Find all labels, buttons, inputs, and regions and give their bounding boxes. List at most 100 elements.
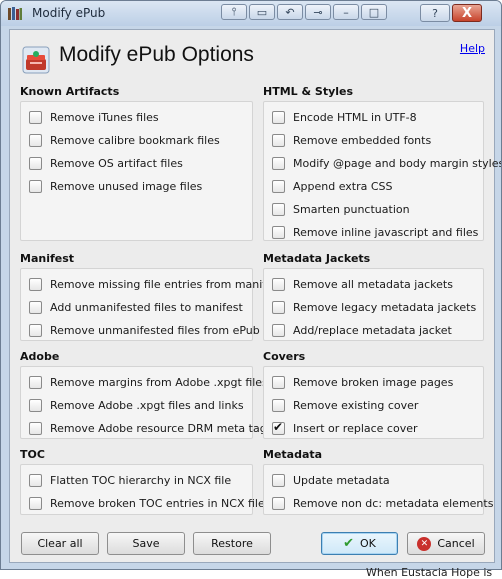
- option-toc-0[interactable]: Flatten TOC hierarchy in NCX file: [29, 471, 231, 489]
- option-label: Remove embedded fonts: [293, 133, 432, 147]
- html-styles-title: HTML & Styles: [263, 85, 354, 98]
- ok-button[interactable]: ✔ OK: [321, 532, 398, 555]
- option-label: Remove broken image pages: [293, 375, 454, 389]
- checkbox[interactable]: [272, 225, 285, 239]
- clear-all-label: Clear all: [37, 537, 83, 550]
- option-manifest-1[interactable]: Add unmanifested files to manifest: [29, 298, 243, 316]
- option-label: Flatten TOC hierarchy in NCX file: [50, 473, 232, 487]
- option-known-artifacts-3[interactable]: Remove unused image files: [29, 177, 202, 195]
- option-label: Remove OS artifact files: [50, 156, 183, 170]
- option-html-styles-1[interactable]: Remove embedded fonts: [272, 131, 431, 149]
- option-metadata-jackets-1[interactable]: Remove legacy metadata jackets: [272, 298, 476, 316]
- pin-icon: ⫯: [231, 5, 237, 18]
- undo-button[interactable]: ↶: [277, 4, 303, 20]
- checkbox[interactable]: [272, 277, 285, 291]
- cancel-button[interactable]: ✕ Cancel: [407, 532, 485, 555]
- option-label: Remove margins from Adobe .xpgt files: [50, 375, 268, 389]
- checkbox[interactable]: [29, 375, 42, 389]
- option-label: Remove existing cover: [293, 398, 419, 412]
- checkbox[interactable]: [272, 133, 285, 147]
- metadata-title: Metadata: [263, 448, 323, 461]
- checkbox[interactable]: [272, 202, 285, 216]
- option-label: Remove all metadata jackets: [293, 277, 453, 291]
- title-bar[interactable]: Modify ePub ⫯ ▭ ↶ ⊸ – □ ? X: [1, 1, 501, 26]
- option-manifest-2[interactable]: Remove unmanifested files from ePub: [29, 321, 260, 339]
- option-html-styles-4[interactable]: Smarten punctuation: [272, 200, 410, 218]
- adobe-group: Remove margins from Adobe .xpgt files Rem…: [20, 366, 272, 439]
- minimize-button[interactable]: –: [333, 4, 359, 20]
- checkbox[interactable]: [29, 110, 42, 124]
- option-html-styles-0[interactable]: Encode HTML in UTF-8: [272, 108, 417, 126]
- checkbox[interactable]: [29, 473, 42, 487]
- question-icon: ?: [432, 6, 438, 20]
- option-metadata-0[interactable]: Update metadata: [272, 471, 390, 489]
- adobe-title: Adobe: [20, 350, 60, 363]
- checkbox[interactable]: [272, 179, 285, 193]
- checkbox[interactable]: [29, 156, 42, 170]
- checkbox[interactable]: [29, 421, 42, 435]
- close-icon: X: [461, 5, 473, 21]
- option-label: Update metadata: [293, 473, 390, 487]
- checkbox[interactable]: [272, 420, 285, 435]
- maximize-button[interactable]: □: [361, 4, 387, 20]
- modify-epub-window: Modify ePub ⫯ ▭ ↶ ⊸ – □ ? X Modify ePub …: [0, 0, 502, 570]
- ok-label: OK: [360, 537, 376, 550]
- option-adobe-0[interactable]: Remove margins from Adobe .xpgt files: [29, 373, 268, 391]
- option-toc-1[interactable]: Remove broken TOC entries in NCX file: [29, 494, 265, 512]
- option-html-styles-3[interactable]: Append extra CSS: [272, 177, 393, 195]
- option-known-artifacts-1[interactable]: Remove calibre bookmark files: [29, 131, 220, 149]
- checkbox[interactable]: [272, 375, 285, 389]
- help-link[interactable]: Help: [460, 42, 485, 55]
- option-metadata-1[interactable]: Remove non dc: metadata elements: [272, 494, 493, 512]
- checkbox[interactable]: [272, 473, 285, 487]
- option-adobe-2[interactable]: Remove Adobe resource DRM meta tags: [29, 419, 272, 437]
- checkbox[interactable]: [272, 496, 285, 510]
- checkbox[interactable]: [29, 398, 42, 412]
- option-label: Remove unused image files: [50, 179, 203, 193]
- checkbox[interactable]: [29, 133, 42, 147]
- restore-window-button[interactable]: ▭: [249, 4, 275, 20]
- checkbox[interactable]: [29, 323, 42, 337]
- option-covers-0[interactable]: Remove broken image pages: [272, 373, 453, 391]
- checkbox[interactable]: [29, 277, 42, 291]
- checkbox[interactable]: [272, 398, 285, 412]
- window-icon: ▭: [256, 5, 268, 19]
- option-label: Remove legacy metadata jackets: [293, 300, 477, 314]
- option-label: Add unmanifested files to manifest: [50, 300, 243, 314]
- checkbox[interactable]: [29, 179, 42, 193]
- checkbox[interactable]: [29, 496, 42, 510]
- clear-all-button[interactable]: Clear all: [21, 532, 99, 555]
- known-artifacts-title: Known Artifacts: [20, 85, 120, 98]
- option-label: Append extra CSS: [293, 179, 393, 193]
- checkbox[interactable]: [272, 300, 285, 314]
- option-covers-1[interactable]: Remove existing cover: [272, 396, 418, 414]
- pin-button[interactable]: ⫯: [221, 4, 247, 20]
- option-html-styles-5[interactable]: Remove inline javascript and files: [272, 223, 478, 241]
- option-known-artifacts-2[interactable]: Remove OS artifact files: [29, 154, 183, 172]
- option-label: Modify @page and body margin styles: [293, 156, 502, 170]
- option-label: Remove missing file entries from manifes…: [50, 277, 284, 291]
- option-label: Remove Adobe .xpgt files and links: [50, 398, 244, 412]
- restore-button[interactable]: Restore: [193, 532, 271, 555]
- save-button[interactable]: Save: [107, 532, 185, 555]
- checkbox[interactable]: [29, 300, 42, 314]
- option-html-styles-2[interactable]: Modify @page and body margin styles: [272, 154, 502, 172]
- option-covers-2[interactable]: Insert or replace cover: [272, 419, 418, 437]
- title-help-button[interactable]: ?: [420, 4, 450, 22]
- checkbox[interactable]: [272, 323, 285, 337]
- shade-button[interactable]: ⊸: [305, 4, 331, 20]
- cancel-x-icon: ✕: [417, 536, 432, 551]
- option-adobe-1[interactable]: Remove Adobe .xpgt files and links: [29, 396, 244, 414]
- minimize-icon: –: [343, 5, 349, 19]
- close-button[interactable]: X: [452, 4, 482, 22]
- modify-epub-logo-icon: [22, 46, 50, 74]
- checkbox[interactable]: [272, 110, 285, 124]
- option-label: Remove broken TOC entries in NCX file: [50, 496, 265, 510]
- option-known-artifacts-0[interactable]: Remove iTunes files: [29, 108, 159, 126]
- covers-title: Covers: [263, 350, 306, 363]
- dialog-body: Modify ePub Options Help Known Artifacts…: [9, 29, 501, 563]
- checkbox[interactable]: [272, 156, 285, 170]
- option-metadata-jackets-2[interactable]: Add/replace metadata jacket: [272, 321, 452, 339]
- option-manifest-0[interactable]: Remove missing file entries from manifes…: [29, 275, 283, 293]
- option-metadata-jackets-0[interactable]: Remove all metadata jackets: [272, 275, 453, 293]
